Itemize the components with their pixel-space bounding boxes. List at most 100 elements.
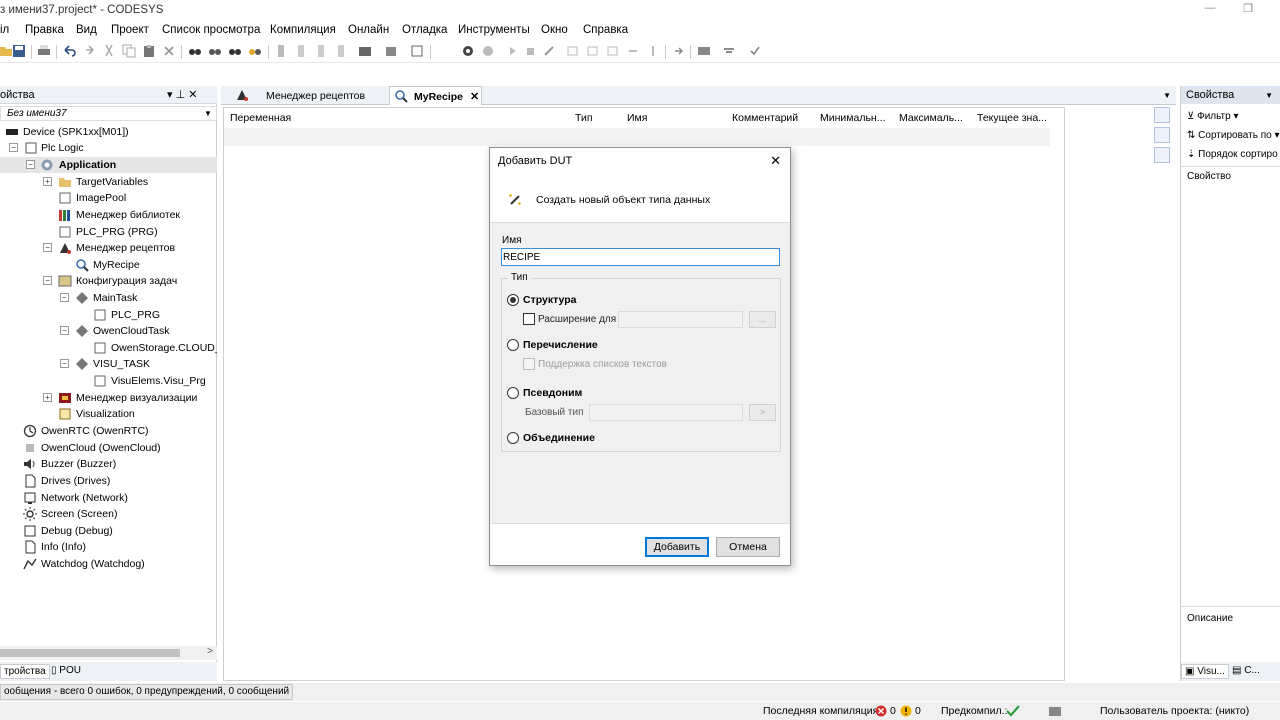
menu-build[interactable]: Компиляция (270, 24, 336, 36)
tree-node-plc-logic[interactable]: − Plc Logic (0, 140, 217, 156)
tabs-menu-icon[interactable]: ▼ (1163, 91, 1171, 100)
tree-node-myrecipe[interactable]: MyRecipe (0, 257, 217, 273)
cut-icon[interactable] (102, 44, 116, 58)
extends-field[interactable] (618, 311, 743, 328)
run-to-cursor-icon[interactable] (646, 44, 660, 58)
force-values-icon[interactable] (697, 44, 711, 58)
enum-label[interactable]: Перечисление (523, 339, 598, 351)
collapse-icon[interactable]: − (9, 143, 18, 152)
collapse-icon[interactable]: − (43, 243, 52, 252)
filter-button[interactable]: ⊻ Фильтр ▾ (1187, 111, 1239, 122)
tree-node-application[interactable]: − Application (0, 157, 217, 173)
base-type-button[interactable]: > (749, 404, 776, 421)
column-header[interactable]: Переменная (230, 112, 291, 124)
expand-icon[interactable]: + (43, 393, 52, 402)
expand-icon[interactable]: + (43, 177, 52, 186)
logout-icon[interactable] (481, 44, 495, 58)
menu-tools[interactable]: Инструменты (458, 24, 530, 36)
name-input[interactable] (501, 248, 780, 266)
tab-myrecipe[interactable]: MyRecipe ✕ (389, 86, 482, 105)
base-type-field[interactable] (589, 404, 743, 421)
menu-online[interactable]: Онлайн (348, 24, 389, 36)
sort-order-button[interactable]: ⇣ Порядок сортиро (1187, 149, 1278, 160)
save-icon[interactable] (12, 44, 26, 58)
chevron-down-icon[interactable]: ▼ (202, 107, 214, 120)
redo-icon[interactable] (82, 44, 96, 58)
collapse-icon[interactable]: − (60, 359, 69, 368)
delete-icon[interactable] (162, 44, 176, 58)
collapse-icon[interactable]: − (60, 293, 69, 302)
scroll-right-icon[interactable]: > (207, 646, 213, 657)
tab-properties[interactable]: ▤ С... (1229, 664, 1263, 679)
scrollbar-thumb[interactable] (0, 649, 180, 657)
write-values-icon[interactable] (722, 44, 736, 58)
browse-button[interactable]: ... (749, 311, 776, 328)
tab-devices[interactable]: тройства (0, 664, 50, 679)
user-settings-icon[interactable] (1048, 704, 1062, 718)
close-tab-icon[interactable]: ✕ (470, 90, 479, 103)
union-radio[interactable] (507, 432, 519, 444)
tree-node-device[interactable]: Device (SPK1xx[M01]) (0, 124, 217, 140)
declaration-view-icon[interactable] (1154, 147, 1170, 163)
enum-radio[interactable] (507, 339, 519, 351)
menu-project[interactable]: Проект (111, 24, 149, 36)
tree-node-owenstorage[interactable]: OwenStorage.CLOUD_PR (0, 340, 217, 356)
menu-help[interactable]: Справка (583, 24, 628, 36)
tree-node-debug[interactable]: Debug (Debug) (0, 523, 217, 539)
tree-node-visu-manager[interactable]: + Менеджер визуализации (0, 390, 217, 406)
bookmark-clear-icon[interactable] (334, 44, 348, 58)
tree-node-info[interactable]: Info (Info) (0, 539, 217, 555)
tree-node-recipe-manager[interactable]: − Менеджер рецептов (0, 240, 217, 256)
find-icon[interactable] (188, 44, 202, 58)
column-header[interactable]: Имя (627, 112, 647, 124)
structure-label[interactable]: Структура (523, 294, 576, 306)
sort-by-button[interactable]: ⇅ Сортировать по ▾ (1187, 130, 1279, 141)
tree-node-drives[interactable]: Drives (Drives) (0, 473, 217, 489)
list-view-icon[interactable] (1154, 107, 1170, 123)
column-header[interactable]: Минимальн... (820, 112, 885, 124)
tree-node-plc-prg-call[interactable]: PLC_PRG (0, 307, 217, 323)
reset-icon[interactable] (542, 44, 556, 58)
pane-controls[interactable]: ▾ ⊥ ✕ (167, 88, 197, 101)
step-into-icon[interactable] (606, 44, 620, 58)
print-icon[interactable] (37, 44, 51, 58)
collapse-icon[interactable]: − (26, 160, 35, 169)
menu-edit[interactable]: Правка (25, 24, 64, 36)
chevron-down-icon[interactable]: ▼ (1265, 91, 1273, 100)
close-icon[interactable]: ✕ (770, 153, 781, 169)
minimize-button[interactable]: — (1196, 2, 1224, 18)
arrow-right-icon[interactable] (672, 44, 686, 58)
tab-recipe-manager[interactable]: Менеджер рецептов (221, 86, 389, 105)
menu-view[interactable]: Вид (76, 24, 97, 36)
new-window-icon[interactable] (410, 44, 424, 58)
breakpoint-icon[interactable] (566, 44, 580, 58)
structure-radio[interactable] (507, 294, 519, 306)
add-object-icon[interactable] (385, 44, 399, 58)
step-over-icon[interactable] (586, 44, 600, 58)
extends-checkbox[interactable] (523, 313, 535, 325)
tree-node-screen[interactable]: Screen (Screen) (0, 506, 217, 522)
extends-label[interactable]: Расширение для (538, 314, 616, 325)
text-list-checkbox[interactable] (523, 358, 535, 370)
bookmark-prev-icon[interactable] (314, 44, 328, 58)
menu-debug[interactable]: Отладка (402, 24, 447, 36)
cancel-button[interactable]: Отмена (716, 537, 780, 557)
device-icon[interactable] (358, 44, 372, 58)
tab-pou[interactable]: ▯ POU (48, 664, 84, 679)
step-out-icon[interactable] (626, 44, 640, 58)
login-icon[interactable] (461, 44, 475, 58)
tree-node-owencloudtask[interactable]: − OwenCloudTask (0, 323, 217, 339)
bookmark-next-icon[interactable] (294, 44, 308, 58)
tree-node-maintask[interactable]: − MainTask (0, 290, 217, 306)
menu-window[interactable]: Окно (541, 24, 568, 36)
tree-node-owenrtc[interactable]: OwenRTC (OwenRTC) (0, 423, 217, 439)
tree-node-visualization[interactable]: Visualization (0, 406, 217, 422)
tree-node-network[interactable]: Network (Network) (0, 490, 217, 506)
tree-node-library-manager[interactable]: Менеджер библиотек (0, 207, 217, 223)
stop-icon[interactable] (523, 44, 537, 58)
restore-button[interactable]: ❐ (1234, 2, 1262, 18)
messages-summary[interactable]: ообщения - всего 0 ошибок, 0 предупрежде… (0, 684, 294, 700)
check-icon[interactable] (748, 44, 762, 58)
bookmark-icon[interactable] (274, 44, 288, 58)
column-header[interactable]: Комментарий (732, 112, 798, 124)
